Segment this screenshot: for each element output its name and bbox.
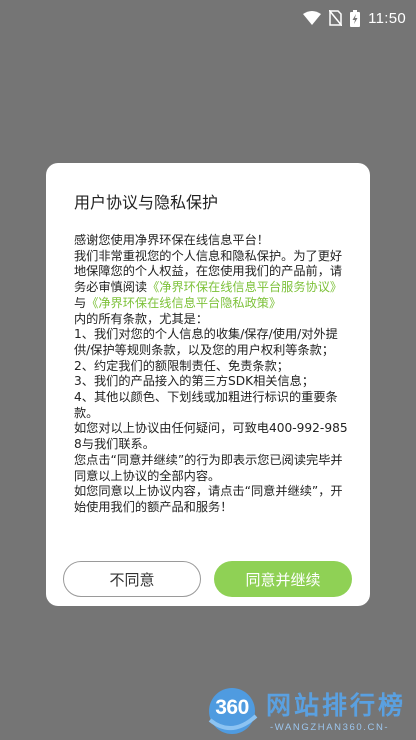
battery-charging-icon (350, 9, 361, 27)
contact-text: 如您对以上协议由任何疑问，可致电400-992-9858与我们联系。 (74, 421, 348, 452)
watermark-title: 网站排行榜 (266, 691, 407, 720)
agreement-dialog: 用户协议与隐私保护 感谢您使用净界环保在线信息平台！ 我们非常重视您的个人信息和… (46, 163, 370, 606)
terms-item-1: 1、我们对您的个人信息的收集/保存/使用/对外提供/保护等规则条款，以及您的用户… (74, 327, 338, 357)
terms-intro: 内的所有条款，尤其是： (74, 311, 209, 326)
watermark: 360 网站排行榜 -WANGZHAN360.CN- (204, 682, 416, 740)
status-time: 11:50 (368, 9, 406, 27)
intro-greeting: 感谢您使用净界环保在线信息平台！ (74, 233, 269, 247)
privacy-policy-link[interactable]: 《净界环保在线信息平台隐私政策》 (86, 296, 281, 310)
final-text: 如您同意以上协议内容，请点击“同意并继续”，开始使用我们的额产品和服务！ (74, 484, 343, 514)
status-bar: 11:50 (0, 0, 416, 36)
watermark-logo-text: 360 (215, 696, 249, 719)
accept-continue-button[interactable]: 同意并继续 (214, 561, 352, 597)
dialog-body: 感谢您使用净界环保在线信息平台！ 我们非常重视您的个人信息和隐私保护。为了更好地… (74, 233, 352, 516)
wifi-icon (303, 11, 322, 25)
terms-item-2: 2、约定我们的额限制责任、免责条款； (74, 358, 289, 373)
and-text: 与 (74, 295, 87, 310)
notice-text: 您点击“同意并继续”的行为即表示您已阅读完毕并同意以上协议的全部内容。 (74, 452, 343, 483)
terms-item-3: 3、我们的产品接入的第三方SDK相关信息； (74, 374, 315, 389)
decline-button[interactable]: 不同意 (63, 561, 201, 597)
360-logo-icon: 360 (204, 686, 260, 736)
dialog-title: 用户协议与隐私保护 (74, 193, 219, 212)
service-agreement-link[interactable]: 《净界环保在线信息平台服务协议》 (147, 280, 342, 294)
intro-paragraph: 我们非常重视您的个人信息和隐私保护。为了更好地保障您的个人权益，在您使用我们的产… (74, 249, 352, 312)
watermark-url: -WANGZHAN360.CN- (270, 722, 390, 733)
no-sim-icon (329, 10, 343, 26)
terms-item-4: 4、其他以颜色、下划线或加粗进行标识的重要条款。 (74, 390, 338, 420)
